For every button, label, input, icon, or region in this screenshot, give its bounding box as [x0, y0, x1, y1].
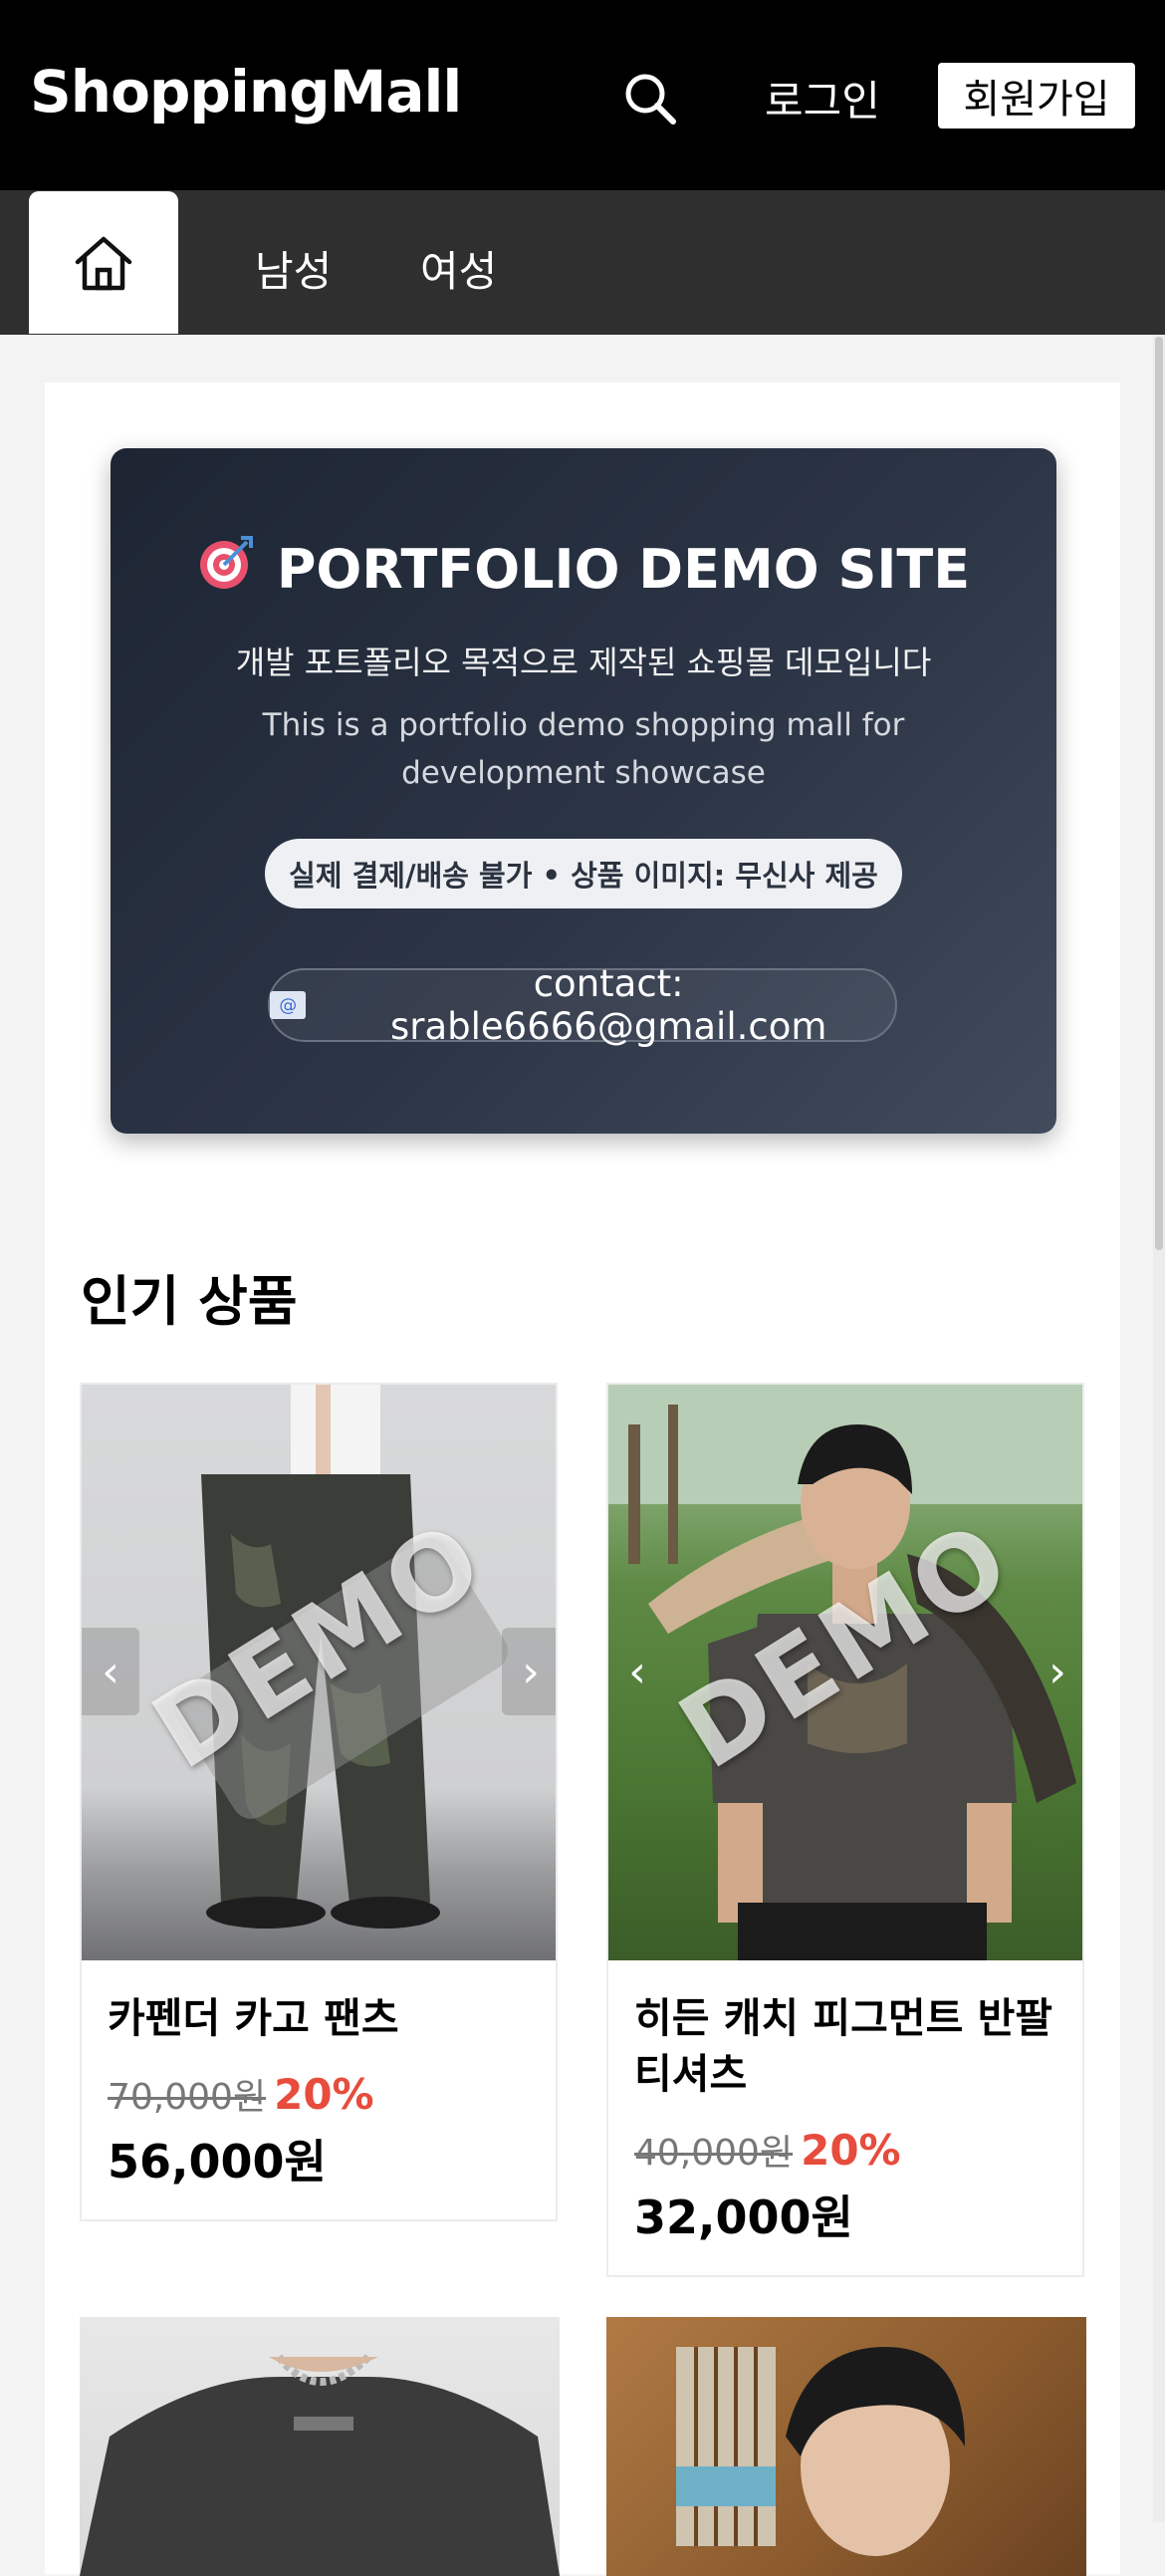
product-card[interactable] — [80, 2317, 560, 2576]
product-card[interactable]: DEMO ‹ › 히든 캐치 피그먼트 반팔 티셔츠 40,000원 20% 3… — [606, 1383, 1084, 2277]
signup-button[interactable]: 회원가입 — [938, 63, 1135, 129]
section-title-popular: 인기 상품 — [81, 1270, 298, 1333]
top-header: ShoppingMall 로그인 회원가입 — [0, 0, 1165, 190]
site-logo[interactable]: ShoppingMall — [30, 58, 462, 126]
discount-rate: 20% — [274, 2070, 374, 2119]
final-price: 32,000원 — [634, 2190, 853, 2244]
image-prev-button[interactable]: ‹ — [608, 1628, 666, 1715]
main-content: PORTFOLIO DEMO SITE 개발 포트폴리오 목적으로 제작된 쇼핑… — [45, 383, 1120, 2576]
home-icon — [75, 236, 132, 290]
banner-subtitle-english: This is a portfolio demo shopping mall f… — [262, 707, 905, 791]
price-row: 70,000원 20% — [108, 2068, 546, 2120]
final-price: 56,000원 — [108, 2135, 327, 2189]
image-next-button[interactable]: › — [1029, 1628, 1082, 1715]
original-price: 70,000원 — [108, 2077, 267, 2118]
product-image[interactable]: DEMO ‹ › — [608, 1385, 1082, 1960]
banner-title-text: PORTFOLIO DEMO SITE — [276, 538, 971, 601]
product-card[interactable] — [606, 2317, 1086, 2576]
banner-title: PORTFOLIO DEMO SITE — [111, 534, 1056, 605]
product-name[interactable]: 히든 캐치 피그먼트 반팔 티셔츠 — [634, 1990, 1062, 2102]
login-link[interactable]: 로그인 — [765, 68, 880, 129]
category-nav: 남성 여성 — [0, 190, 1165, 335]
image-prev-button[interactable]: ‹ — [82, 1628, 139, 1715]
banner-notice-badge: 실제 결제/배송 불가 • 상품 이미지: 무신사 제공 — [265, 839, 902, 908]
mail-icon: @ — [270, 991, 307, 1019]
tab-home[interactable] — [29, 191, 178, 334]
discount-rate: 20% — [801, 2126, 901, 2175]
tab-men[interactable]: 남성 — [255, 238, 332, 299]
contact-text: contact: srable6666@gmail.com — [389, 962, 827, 1048]
original-price: 40,000원 — [634, 2133, 794, 2174]
target-icon — [197, 534, 255, 605]
scrollbar-thumb[interactable] — [1155, 337, 1163, 1250]
product-info: 카펜더 카고 팬츠 70,000원 20% 56,000원 — [108, 1990, 546, 2191]
product-image[interactable]: DEMO ‹ › — [82, 1385, 556, 1960]
portfolio-banner: PORTFOLIO DEMO SITE 개발 포트폴리오 목적으로 제작된 쇼핑… — [111, 448, 1056, 1134]
product-info: 히든 캐치 피그먼트 반팔 티셔츠 40,000원 20% 32,000원 — [634, 1990, 1062, 2247]
contact-badge[interactable]: @ contact: srable6666@gmail.com — [268, 962, 897, 1048]
product-card[interactable]: DEMO ‹ › 카펜더 카고 팬츠 70,000원 20% 56,000원 — [80, 1383, 558, 2221]
banner-subtitle-korean: 개발 포트폴리오 목적으로 제작된 쇼핑몰 데모입니다 — [235, 644, 932, 681]
product-name[interactable]: 카펜더 카고 팬츠 — [108, 1990, 546, 2046]
image-next-button[interactable]: › — [502, 1628, 556, 1715]
search-icon[interactable] — [619, 68, 683, 131]
price-row: 40,000원 20% — [634, 2124, 1062, 2176]
tab-women[interactable]: 여성 — [420, 238, 497, 299]
product-image[interactable] — [80, 2317, 560, 2576]
product-image[interactable] — [606, 2317, 1086, 2576]
